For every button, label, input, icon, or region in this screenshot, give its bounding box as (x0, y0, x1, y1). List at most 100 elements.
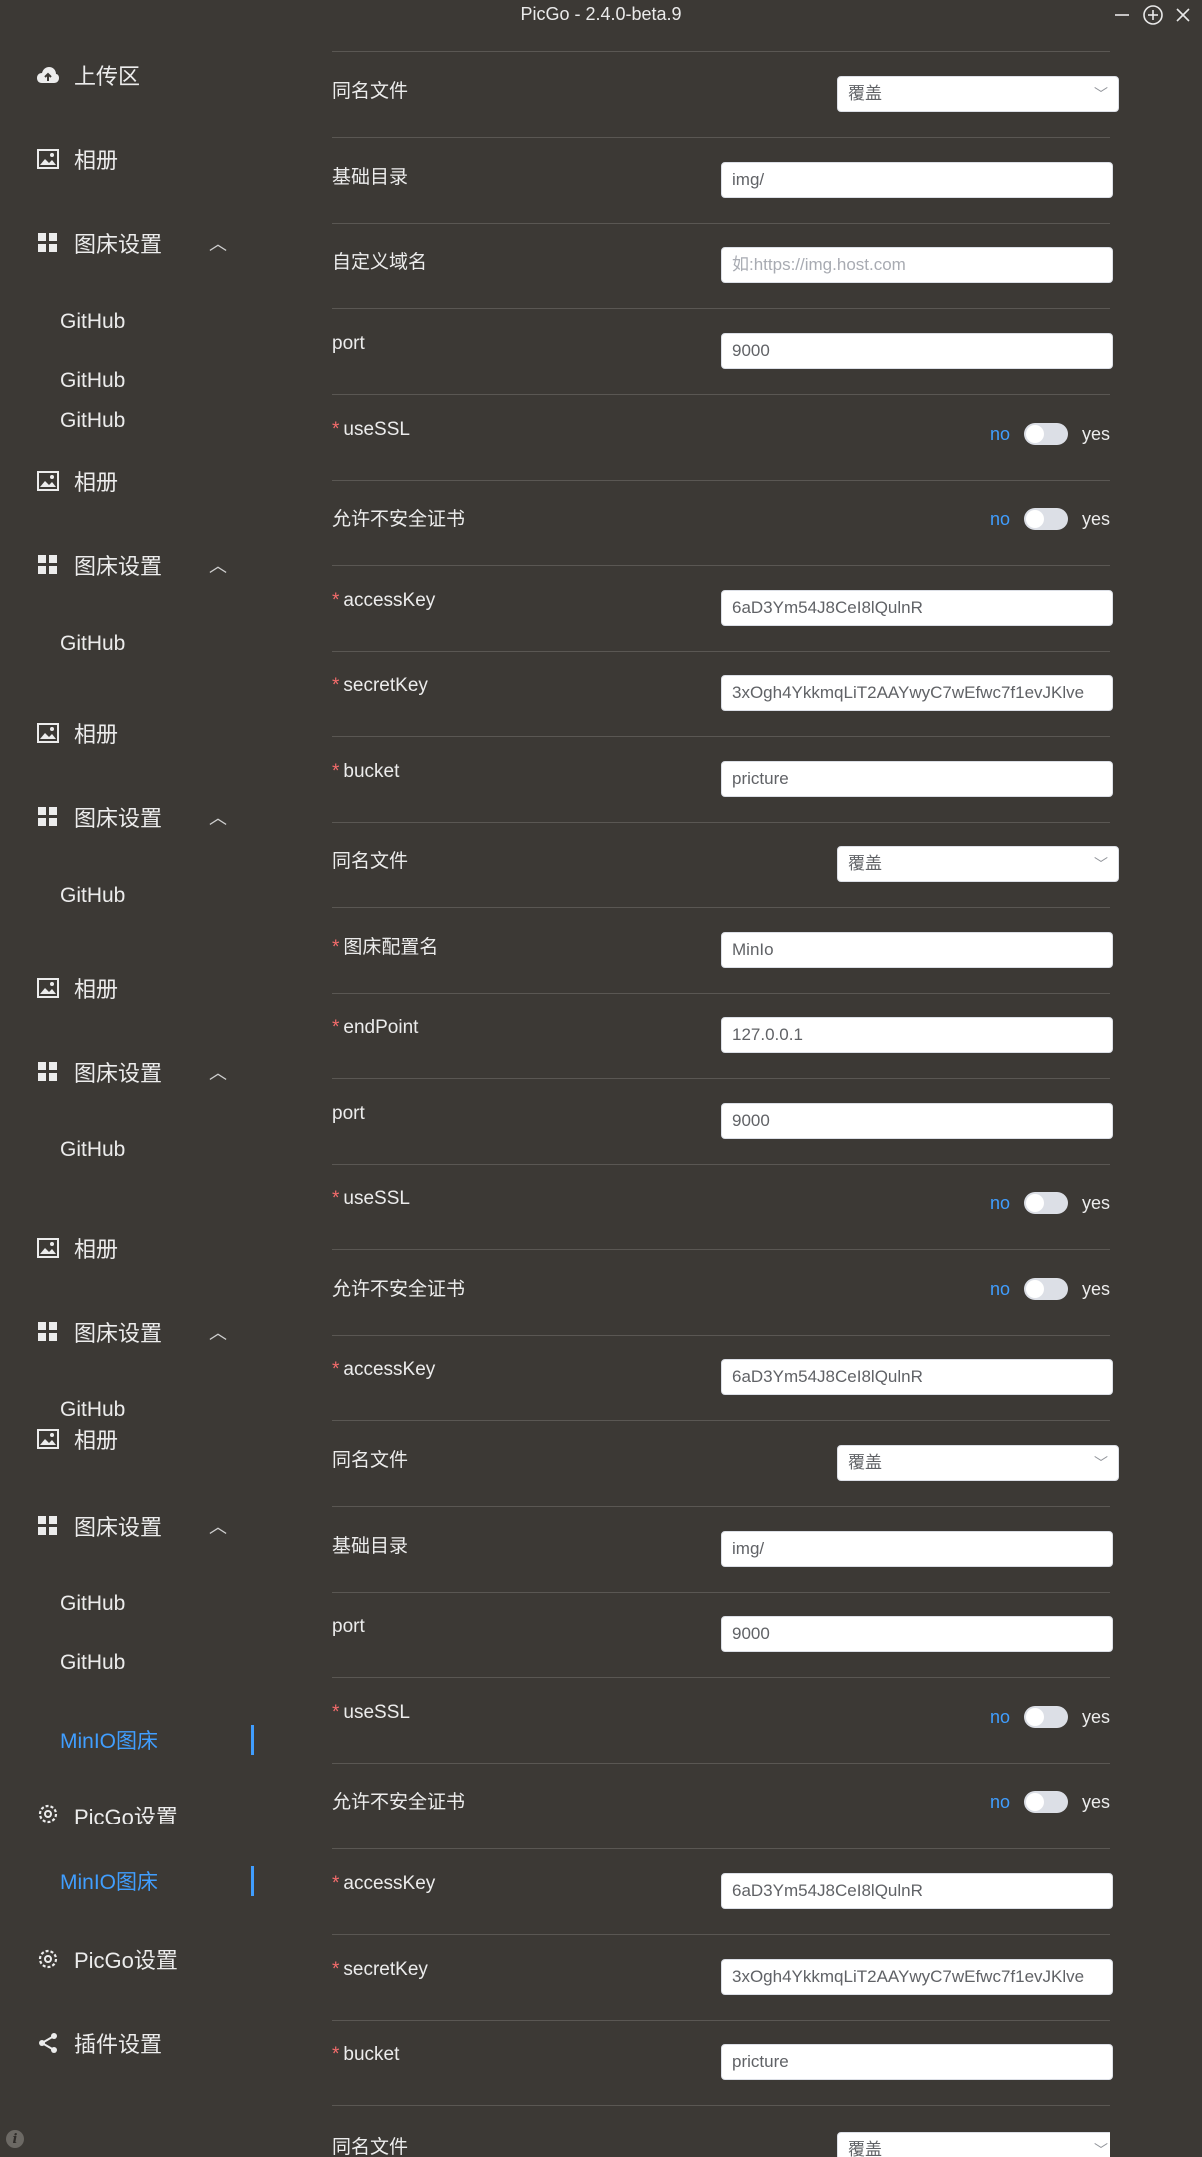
form-row: * accessKey 6aD3Ym54J8CeI8lQulnR (332, 1335, 1113, 1421)
sidebar-item-gallery[interactable]: 相册 (34, 461, 118, 501)
same-name-select[interactable]: 覆盖 ﹀ (837, 1445, 1119, 1481)
form-row: 同名文件 覆盖 ﹀ (332, 822, 1119, 908)
sidebar-item-gallery[interactable]: 相册 (34, 968, 118, 1008)
insecure-switch[interactable] (1023, 1278, 1068, 1300)
form-row: * bucket pricture (332, 2020, 1113, 2106)
port-input[interactable]: 9000 (721, 1103, 1113, 1139)
form-row: * bucket pricture (332, 737, 1113, 823)
sidebar-item-label: 图床设置 (74, 232, 163, 257)
sidebar-item-github[interactable]: GitHub (60, 310, 125, 334)
access-key-input[interactable]: 6aD3Ym54J8CeI8lQulnR (721, 1359, 1113, 1395)
image-icon (34, 145, 62, 173)
sidebar-item-pic-settings[interactable]: 图床设置 ︿ (34, 797, 227, 837)
sidebar-item-gallery[interactable]: 相册 (34, 713, 118, 753)
sidebar (0, 32, 260, 2157)
sidebar-item-pic-settings[interactable]: 图床设置 ︿ (34, 1506, 227, 1546)
endpoint-input[interactable]: 127.0.0.1 (721, 1017, 1113, 1053)
field-label: * accessKey (332, 1873, 436, 1894)
field-label: 同名文件 (332, 2137, 409, 2157)
config-name-input[interactable]: MinIo (721, 932, 1113, 968)
sidebar-item-label: 图床设置 (74, 806, 163, 831)
use-ssl-switch[interactable] (1023, 1192, 1068, 1214)
chevron-down-icon: ﹀ (1094, 856, 1108, 872)
base-dir-input[interactable]: img/ (721, 1531, 1113, 1567)
same-name-select[interactable]: 覆盖 ﹀ (837, 2132, 1110, 2157)
insecure-switch-group: no yes (990, 1278, 1110, 1300)
sidebar-item-gallery[interactable]: 相册 (34, 1419, 118, 1459)
switch-off-label: no (989, 1706, 1010, 1727)
sidebar-item-github[interactable]: GitHub (60, 369, 125, 393)
access-key-input[interactable]: 6aD3Ym54J8CeI8lQulnR (721, 1873, 1113, 1909)
chevron-up-icon[interactable]: ︿ (209, 804, 227, 830)
use-ssl-switch[interactable] (1023, 1706, 1068, 1728)
bucket-input[interactable]: pricture (721, 761, 1113, 797)
form-row: 允许不安全证书 no yes (332, 1763, 1110, 1849)
switch-on-label: yes (1081, 1706, 1110, 1727)
chevron-up-icon[interactable]: ︿ (209, 1319, 227, 1345)
base-dir-input[interactable]: img/ (721, 162, 1113, 198)
port-input[interactable]: 9000 (721, 1616, 1113, 1652)
insecure-switch-group: no yes (990, 508, 1110, 530)
sidebar-item-github[interactable]: GitHub (60, 632, 125, 656)
chevron-up-icon[interactable]: ︿ (209, 230, 227, 256)
active-indicator (251, 1725, 254, 1755)
same-name-select[interactable]: 覆盖 ﹀ (837, 76, 1119, 112)
chevron-up-icon[interactable]: ︿ (209, 552, 227, 578)
sidebar-item-label: 上传区 (74, 64, 141, 89)
sidebar-item-gallery[interactable]: 相册 (34, 1228, 118, 1268)
sidebar-item-picgo-settings[interactable]: PicGo设置 (34, 1800, 178, 1824)
use-ssl-switch[interactable] (1023, 423, 1068, 445)
form-row: * accessKey 6aD3Ym54J8CeI8lQulnR (332, 1849, 1113, 1935)
use-ssl-switch-group: no yes (990, 423, 1110, 445)
minimize-icon[interactable] (1109, 2, 1135, 28)
field-label: port (332, 1103, 365, 1124)
sidebar-item-pic-settings[interactable]: 图床设置 ︿ (34, 545, 227, 585)
port-input[interactable]: 9000 (721, 333, 1113, 369)
secret-key-input[interactable]: 3xOgh4YkkmqLiT2AAYwyC7wEfwc7f1evJKlve (721, 1959, 1113, 1995)
info-icon[interactable]: i (6, 2130, 24, 2148)
chevron-up-icon[interactable]: ︿ (209, 1059, 227, 1085)
field-label: 同名文件 (332, 81, 409, 102)
sidebar-item-picgo-settings[interactable]: PicGo设置 (34, 1939, 178, 1979)
title-bar: PicGo - 2.4.0-beta.9 (0, 0, 1202, 32)
insecure-switch[interactable] (1023, 508, 1068, 530)
custom-domain-input[interactable]: 如:https://img.host.com (721, 247, 1113, 283)
sidebar-item-label: 相册 (74, 977, 119, 1002)
switch-on-label: yes (1081, 423, 1110, 444)
same-name-select[interactable]: 覆盖 ﹀ (837, 846, 1119, 882)
maximize-icon[interactable] (1140, 2, 1166, 28)
insecure-switch[interactable] (1023, 1791, 1068, 1813)
sidebar-item-plugin-settings[interactable]: 插件设置 (34, 2023, 162, 2063)
switch-off-label: no (989, 1791, 1010, 1812)
switch-on-label: yes (1081, 1192, 1110, 1213)
form-row: * useSSL no yes (332, 395, 1110, 481)
sidebar-item-github[interactable]: GitHub (60, 1138, 125, 1162)
field-label: 同名文件 (332, 851, 409, 872)
sidebar-item-minio[interactable]: MinIO图床 (60, 1725, 158, 1755)
chevron-up-icon[interactable]: ︿ (209, 1513, 227, 1539)
sidebar-item-github[interactable]: GitHub (60, 409, 125, 433)
sidebar-item-minio[interactable]: MinIO图床 (60, 1866, 158, 1896)
sidebar-item-github[interactable]: GitHub (60, 1592, 125, 1616)
close-icon[interactable] (1170, 2, 1196, 28)
chevron-down-icon: ﹀ (1094, 2142, 1108, 2157)
sidebar-item-github[interactable]: GitHub (60, 1651, 125, 1675)
form-row: 允许不安全证书 no yes (332, 480, 1110, 566)
field-label: 同名文件 (332, 1450, 409, 1471)
sidebar-item-upload[interactable]: 上传区 (34, 55, 140, 95)
sidebar-item-label: 图床设置 (74, 1321, 163, 1346)
cloud-upload-icon (34, 61, 62, 89)
field-label: * accessKey (332, 590, 436, 611)
form-row: 同名文件 覆盖 ﹀ (332, 2106, 1110, 2157)
sidebar-item-pic-settings[interactable]: 图床设置 ︿ (34, 223, 227, 263)
field-label: * useSSL (332, 1702, 410, 1723)
access-key-input[interactable]: 6aD3Ym54J8CeI8lQulnR (721, 590, 1113, 626)
sidebar-item-github[interactable]: GitHub (60, 884, 125, 908)
sidebar-item-pic-settings[interactable]: 图床设置 ︿ (34, 1312, 227, 1352)
bucket-input[interactable]: pricture (721, 2044, 1113, 2080)
secret-key-input[interactable]: 3xOgh4YkkmqLiT2AAYwyC7wEfwc7f1evJKlve (721, 675, 1113, 711)
select-value: 覆盖 (848, 84, 882, 103)
sidebar-item-gallery[interactable]: 相册 (34, 139, 118, 179)
sidebar-item-pic-settings[interactable]: 图床设置 ︿ (34, 1052, 227, 1092)
sidebar-item-label: 相册 (74, 1428, 119, 1453)
